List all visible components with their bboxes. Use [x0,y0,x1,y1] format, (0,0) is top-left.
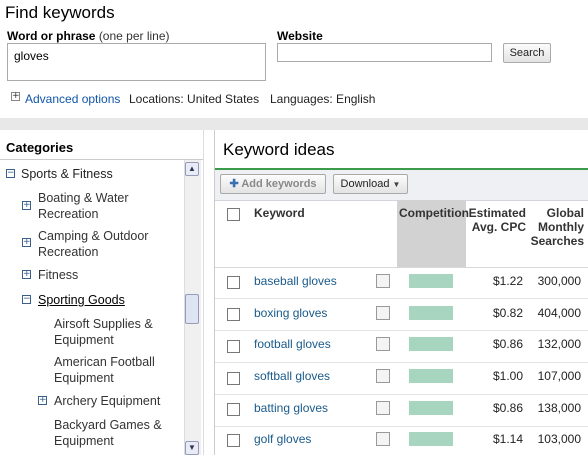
category-fitness[interactable]: Fitness [38,267,78,283]
collapse-icon[interactable]: − [22,295,31,304]
word-phrase-label: Word or phrase (one per line) [7,29,170,43]
cpc-value: $1.22 [492,274,523,288]
column-global-searches[interactable]: Global Monthly Searches [528,206,584,248]
competition-bar [409,401,453,415]
advanced-options-link[interactable]: Advanced options [25,92,120,106]
expand-icon[interactable]: + [22,238,31,247]
category-backyard-games[interactable]: Backyard Games & Equipment [54,417,174,449]
word-phrase-label-text: Word or phrase [7,29,96,43]
search-preview-icon[interactable] [376,401,390,415]
row-checkbox[interactable] [227,372,240,385]
category-american-football[interactable]: American Football Equipment [54,354,174,386]
keyword-link[interactable]: boxing gloves [254,306,327,320]
search-preview-icon[interactable] [376,369,390,383]
category-archery[interactable]: Archery Equipment [54,393,160,409]
cpc-value: $0.82 [492,306,523,320]
cpc-value: $1.14 [492,432,523,446]
category-airsoft[interactable]: Airsoft Supplies & Equipment [54,316,174,348]
keyword-link[interactable]: golf gloves [254,432,311,446]
row-checkbox[interactable] [227,403,240,416]
row-checkbox[interactable] [227,308,240,321]
expand-icon[interactable]: + [22,270,31,279]
category-boating-water[interactable]: Boating & Water Recreation [38,190,148,222]
searches-value: 138,000 [537,401,581,415]
scroll-down-icon[interactable]: ▼ [185,441,199,455]
categories-title: Categories [6,140,74,155]
download-label: Download [340,178,390,190]
competition-bar [409,306,453,320]
section-divider [0,118,588,130]
searches-value: 107,000 [537,369,581,383]
competition-bar [409,274,453,288]
cpc-value: $1.00 [492,369,523,383]
row-checkbox[interactable] [227,434,240,447]
dropdown-arrow-icon: ▼ [392,180,401,189]
download-button[interactable]: Download ▼ [333,174,408,194]
expand-icon[interactable]: + [22,201,31,210]
competition-bar [409,369,453,383]
cpc-value: $0.86 [492,401,523,415]
competition-bar [409,337,453,351]
search-button[interactable]: Search [503,43,551,63]
searches-value: 300,000 [537,274,581,288]
keyword-link[interactable]: baseball gloves [254,274,337,288]
cpc-value: $0.86 [492,337,523,351]
searches-value: 132,000 [537,337,581,351]
plus-icon: ✚ [229,178,239,190]
row-checkbox[interactable] [227,340,240,353]
website-label: Website [277,29,323,43]
locations-text: Locations: United States [129,92,260,106]
add-keywords-label: Add keywords [241,178,317,190]
searches-value: 103,000 [537,432,581,446]
search-preview-icon[interactable] [376,432,390,446]
word-phrase-input[interactable]: gloves [7,43,266,81]
scrollbar-thumb[interactable] [185,294,199,324]
column-competition[interactable]: Competition [399,206,469,220]
column-keyword[interactable]: Keyword [254,206,305,220]
category-sports-fitness[interactable]: Sports & Fitness [21,166,113,182]
find-keywords-title: Find keywords [5,3,115,22]
search-preview-icon[interactable] [376,306,390,320]
categories-divider [0,159,203,160]
keyword-link[interactable]: batting gloves [254,401,328,415]
keyword-link[interactable]: softball gloves [254,369,330,383]
select-all-checkbox[interactable] [227,208,240,221]
keyword-link[interactable]: football gloves [254,337,331,351]
website-input[interactable] [277,43,492,62]
row-checkbox[interactable] [227,276,240,289]
word-phrase-hint: (one per line) [98,29,170,43]
scroll-up-icon[interactable]: ▲ [185,162,199,176]
collapse-icon[interactable]: − [6,169,15,178]
search-preview-icon[interactable] [376,274,390,288]
advanced-options-expand-icon[interactable]: + [11,92,20,101]
keyword-ideas-title: Keyword ideas [223,140,335,159]
category-sporting-goods[interactable]: Sporting Goods [38,292,125,308]
languages-text: Languages: English [270,92,376,106]
expand-icon[interactable]: + [38,396,47,405]
searches-value: 404,000 [537,306,581,320]
column-estimated-cpc[interactable]: Estimated Avg. CPC [468,206,526,234]
add-keywords-button[interactable]: ✚ Add keywords [220,174,326,194]
competition-bar [409,432,453,446]
search-preview-icon[interactable] [376,337,390,351]
category-camping-outdoor[interactable]: Camping & Outdoor Recreation [38,228,168,260]
